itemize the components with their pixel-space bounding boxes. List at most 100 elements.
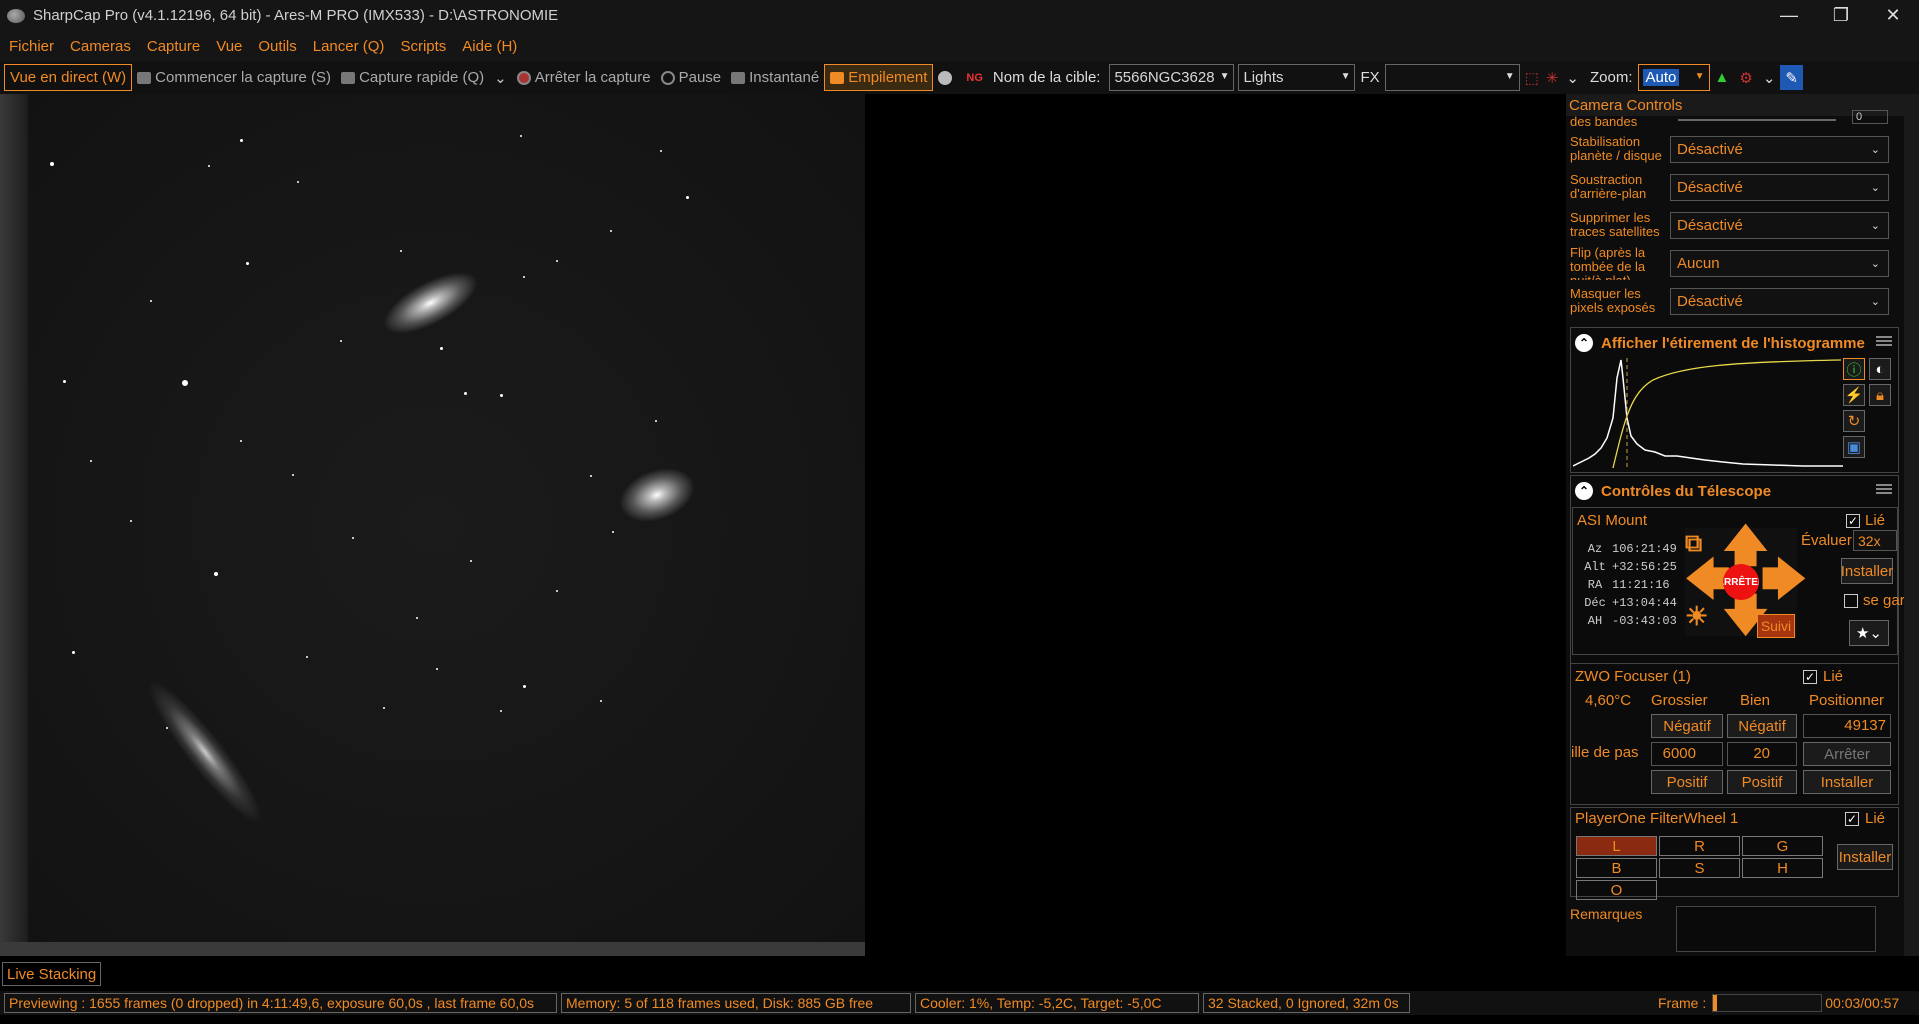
contrast-icon[interactable]: ◐ — [1869, 358, 1891, 380]
telescope-header[interactable]: ⌃ Contrôles du Télescope — [1571, 476, 1898, 506]
histogram-plot[interactable] — [1573, 358, 1843, 468]
filter-b[interactable]: B — [1576, 858, 1657, 878]
moon-button[interactable] — [933, 64, 961, 91]
menu-aide[interactable]: Aide (H) — [454, 38, 525, 55]
alert-icon[interactable]: ⚙ — [1734, 64, 1757, 91]
pin-icon[interactable]: ✎ — [1780, 65, 1803, 90]
frame-type-combo[interactable]: Lights ▼ — [1238, 64, 1356, 91]
background-select[interactable]: Désactivé ⌄ — [1670, 173, 1889, 201]
coarse-positive-button[interactable]: Positif — [1651, 770, 1723, 794]
stop-capture-label: Arrêter la capture — [534, 69, 651, 86]
park-checkbox[interactable] — [1844, 594, 1858, 608]
chevron-up-icon[interactable]: ⌃ — [1575, 334, 1593, 352]
fine-negative-button[interactable]: Négatif — [1727, 714, 1797, 738]
position-value[interactable]: 49137 — [1803, 714, 1891, 738]
mask-select[interactable]: Désactivé ⌄ — [1670, 287, 1889, 315]
filter-s[interactable]: S — [1659, 858, 1740, 878]
start-capture-button[interactable]: Commencer la capture (S) — [132, 64, 336, 91]
filterwheel-linked-checkbox[interactable]: ✓ — [1845, 812, 1859, 826]
start-capture-label: Commencer la capture (S) — [155, 69, 332, 86]
restore-button[interactable]: ❐ — [1815, 0, 1867, 31]
info-icon[interactable]: ⓘ — [1843, 358, 1865, 380]
ngc-button[interactable]: NG — [961, 64, 988, 91]
focuser-linked-checkbox[interactable]: ✓ — [1803, 670, 1817, 684]
star — [556, 260, 558, 262]
install-mount-button[interactable]: Installer — [1841, 558, 1893, 584]
menu-capture[interactable]: Capture — [139, 38, 208, 55]
sync-icon[interactable]: ⧉ — [1685, 524, 1702, 564]
menu-scripts[interactable]: Scripts — [392, 38, 454, 55]
lock-icon[interactable]: 🔒︎ — [1869, 384, 1891, 406]
flip-select[interactable]: Aucun ⌄ — [1670, 249, 1889, 277]
histogram-icon[interactable]: ▲ — [1710, 64, 1735, 91]
coord-value: 11:21:16 — [1612, 578, 1670, 592]
filter-r[interactable]: R — [1659, 836, 1740, 856]
pause-button[interactable]: Pause — [656, 64, 727, 91]
reset-icon[interactable]: ↻ — [1843, 410, 1865, 432]
menu-cameras[interactable]: Cameras — [62, 38, 139, 55]
satellite-select[interactable]: Désactivé ⌄ — [1670, 211, 1889, 239]
stacking-button[interactable]: Empilement — [824, 64, 934, 91]
minimize-button[interactable]: — — [1763, 0, 1815, 31]
stabilization-select[interactable]: Désactivé ⌄ — [1670, 135, 1889, 163]
filter-o[interactable]: O — [1576, 880, 1657, 900]
snapshot-button[interactable]: Instantané — [726, 64, 824, 91]
filterwheel-panel: PlayerOne FilterWheel 1 ✓ Lié L R G B S … — [1570, 807, 1899, 900]
chevron-up-icon[interactable]: ⌃ — [1575, 482, 1593, 500]
menu-lancer[interactable]: Lancer (Q) — [305, 38, 393, 55]
filter-g[interactable]: G — [1742, 836, 1823, 856]
menu-vue[interactable]: Vue — [208, 38, 250, 55]
coarse-step-input[interactable]: 6000 — [1651, 742, 1723, 766]
star-dropdown[interactable]: ★⌄ — [1849, 620, 1889, 646]
panel-scrollbar[interactable] — [1904, 94, 1919, 956]
target-name-combo[interactable]: 5566NGC3628 ▼ — [1109, 64, 1235, 91]
astro-image[interactable] — [0, 94, 865, 956]
chevron-down-icon[interactable]: ⌄ — [1560, 64, 1585, 91]
menu-icon[interactable] — [1876, 484, 1892, 494]
notes-textarea[interactable] — [1676, 906, 1876, 952]
coord-value: 106:21:49 — [1612, 542, 1677, 556]
filter-l[interactable]: L — [1576, 836, 1657, 856]
stop-button[interactable]: ARRÊTER — [1723, 564, 1759, 600]
filter-h[interactable]: H — [1742, 858, 1823, 878]
chevron-down-icon[interactable]: ⌄ — [494, 69, 507, 87]
evaluate-combo[interactable]: 32x — [1853, 530, 1897, 551]
histogram-header[interactable]: ⌃ Afficher l'étirement de l'histogramme — [1571, 328, 1898, 358]
slider-track[interactable] — [1678, 119, 1836, 121]
save-icon[interactable]: ▣ — [1843, 436, 1865, 458]
live-stacking-tab[interactable]: Live Stacking — [2, 962, 102, 986]
stop-capture-button[interactable]: Arrêter la capture — [512, 64, 656, 91]
fx-label: FX — [1360, 69, 1380, 86]
menu-outils[interactable]: Outils — [250, 38, 304, 55]
focuser-install-button[interactable]: Installer — [1803, 770, 1891, 794]
chevron-down-icon: ⌄ — [1870, 219, 1880, 232]
reticle-icon[interactable]: ✳ — [1544, 64, 1561, 91]
fine-positive-button[interactable]: Positif — [1727, 770, 1797, 794]
chevron-down-icon[interactable]: ⌄ — [1758, 64, 1781, 91]
close-button[interactable]: ✕ — [1867, 0, 1919, 31]
mount-name: ASI Mount — [1577, 512, 1648, 529]
lightning-icon[interactable]: ⚡ — [1843, 384, 1865, 406]
fine-step-input[interactable]: 20 — [1727, 742, 1797, 766]
quick-capture-button[interactable]: Capture rapide (Q) ⌄ — [336, 64, 512, 91]
partial-value[interactable]: 0 — [1852, 110, 1888, 124]
star — [246, 262, 249, 265]
menu-icon[interactable] — [1876, 336, 1892, 346]
focuser-linked-label: Lié — [1823, 668, 1844, 685]
roi-icon[interactable]: ⬚ — [1520, 64, 1544, 91]
focuser-stop-button[interactable]: Arrêter — [1803, 742, 1891, 766]
galaxy-m66 — [611, 458, 703, 532]
title-bar: SharpCap Pro (v4.1.12196, 64 bit) - Ares… — [0, 0, 1919, 31]
filterwheel-install-button[interactable]: Installer — [1837, 844, 1893, 870]
menu-fichier[interactable]: Fichier — [1, 38, 62, 55]
stabilization-value: Désactivé — [1677, 140, 1743, 158]
fx-combo[interactable]: ▼ — [1384, 64, 1520, 91]
mount-linked-checkbox[interactable]: ✓ — [1846, 514, 1860, 528]
live-view-button[interactable]: Vue en direct (W) — [4, 64, 133, 91]
filter-grid: L R G B S H O — [1576, 836, 1823, 900]
coarse-negative-button[interactable]: Négatif — [1651, 714, 1723, 738]
zoom-combo[interactable]: Auto ▼ — [1637, 64, 1710, 91]
sun-icon[interactable]: ☀ — [1685, 596, 1708, 636]
background-value: Désactivé — [1677, 178, 1743, 196]
tracking-button[interactable]: Suivi — [1757, 614, 1795, 638]
